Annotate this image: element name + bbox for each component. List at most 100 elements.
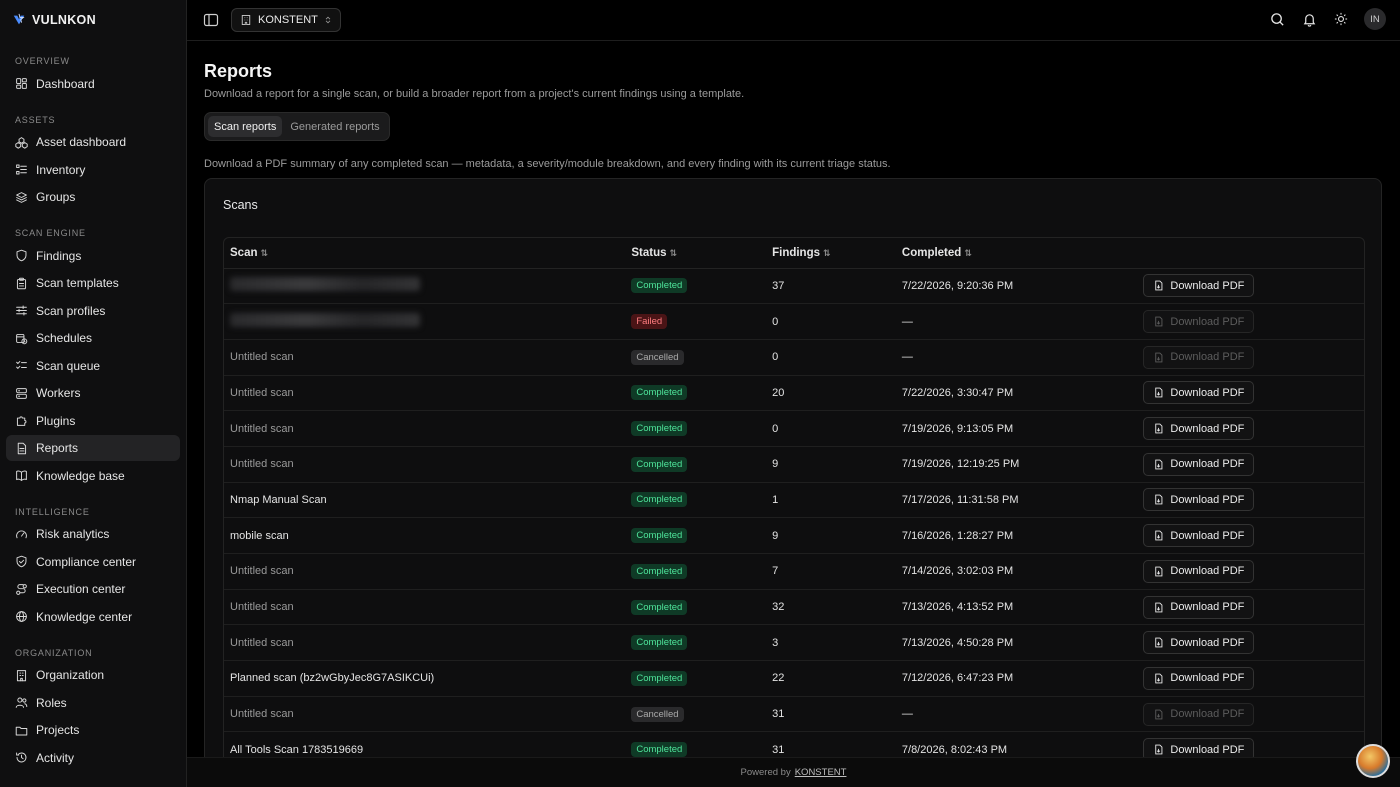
scan-name: Untitled scan — [230, 601, 294, 614]
cell-findings: 32 — [766, 589, 896, 626]
sidebar-item-knowledge-center[interactable]: Knowledge center — [6, 604, 180, 630]
download-pdf-button[interactable]: Download PDF — [1143, 666, 1255, 690]
cell-findings: 7 — [766, 553, 896, 590]
cell-completed: 7/17/2026, 11:31:58 PM — [895, 482, 1138, 519]
sidebar-item-projects[interactable]: Projects — [6, 717, 180, 743]
globe-icon — [15, 610, 28, 623]
sidebar-item-scan-templates[interactable]: Scan templates — [6, 270, 180, 296]
sun-icon[interactable] — [1332, 10, 1350, 28]
puzzle-icon — [15, 414, 28, 427]
sidebar-item-label: Risk analytics — [36, 527, 110, 541]
sidebar-item-scan-queue[interactable]: Scan queue — [6, 353, 180, 379]
table-row[interactable]: Untitled scan Completed 32 7/13/2026, 4:13:… — [224, 589, 1364, 626]
download-pdf-button[interactable]: Download PDF — [1143, 595, 1255, 619]
tab-generated-reports[interactable]: Generated reports — [284, 116, 385, 137]
nav-section-heading: INTELLIGENCE — [15, 506, 90, 517]
cell-actions: Download PDF — [1137, 339, 1364, 376]
status-badge: Completed — [631, 492, 688, 508]
sidebar-item-asset-dashboard[interactable]: Asset dashboard — [6, 129, 180, 155]
sidebar-item-execution-center[interactable]: Execution center — [6, 576, 180, 602]
sidebar-item-workers[interactable]: Workers — [6, 380, 180, 406]
org-switcher[interactable]: KONSTENT — [231, 8, 341, 32]
sidebar-item-label: Inventory — [36, 162, 86, 177]
cell-completed: — — [895, 303, 1138, 340]
sidebar-item-organization[interactable]: Organization — [6, 662, 180, 688]
bell-icon[interactable] — [1300, 10, 1318, 28]
sidebar-item-scan-profiles[interactable]: Scan profiles — [6, 298, 180, 324]
table-row[interactable]: mobile scan Completed 9 7/16/2026, 1:28:27 … — [224, 517, 1364, 554]
sidebar-item-findings[interactable]: Findings — [6, 243, 180, 269]
brand[interactable]: VULNKON — [0, 0, 186, 40]
table-row[interactable]: Planned scan (bz2wGbyJec8G7ASIKCUi) Compl… — [224, 660, 1364, 697]
table-row[interactable]: Nmap Manual Scan Completed 1 7/17/2026, 11:… — [224, 482, 1364, 519]
table-row[interactable]: Untitled scan Completed 20 7/22/2026, 3:30:… — [224, 375, 1364, 412]
file-download-icon — [1153, 602, 1164, 613]
sidebar-item-roles[interactable]: Roles — [6, 690, 180, 716]
table-row[interactable]: Untitled scan Cancelled 0 — Download PDF — [224, 339, 1364, 376]
search-icon[interactable] — [1268, 10, 1286, 28]
cell-actions: Download PDF — [1137, 660, 1364, 697]
building-icon — [241, 15, 251, 25]
column-header-completed[interactable]: Completed ⇅ — [895, 238, 1138, 269]
cell-scan: Planned scan (bz2wGbyJec8G7ASIKCUi) — [224, 660, 626, 697]
sidebar-item-label: Dashboard — [36, 76, 95, 91]
download-pdf-label: Download PDF — [1170, 315, 1245, 328]
status-badge: Completed — [631, 385, 688, 401]
completed-timestamp: 7/16/2026, 1:28:27 PM — [901, 529, 1014, 542]
download-pdf-label: Download PDF — [1170, 493, 1245, 506]
sidebar-item-inventory[interactable]: Inventory — [6, 157, 180, 183]
sidebar-item-compliance-center[interactable]: Compliance center — [6, 549, 180, 575]
user-avatar[interactable]: IN — [1364, 8, 1386, 30]
completed-timestamp: 7/8/2026, 8:02:43 PM — [901, 743, 1008, 756]
status-badge: Completed — [631, 563, 688, 579]
findings-count: 0 — [772, 351, 779, 364]
download-pdf-button[interactable]: Download PDF — [1143, 452, 1255, 476]
sidebar-item-label: Findings — [36, 248, 82, 263]
findings-count: 37 — [772, 279, 785, 292]
route-icon — [15, 583, 28, 596]
sidebar-item-dashboard[interactable]: Dashboard — [6, 71, 180, 97]
cell-scan: Untitled scan — [224, 553, 626, 590]
completed-timestamp: 7/12/2026, 6:47:23 PM — [901, 672, 1014, 685]
download-pdf-button[interactable]: Download PDF — [1143, 488, 1255, 512]
table-row[interactable]: Untitled scan Cancelled 31 — Download PDF — [224, 696, 1364, 733]
sidebar-item-groups[interactable]: Groups — [6, 184, 180, 210]
column-header-scan[interactable]: Scan ⇅ — [224, 238, 626, 269]
table-row[interactable]: Failed 0 — Download PDF — [224, 303, 1364, 340]
download-pdf-button[interactable]: Download PDF — [1143, 559, 1255, 583]
column-header-status[interactable]: Status ⇅ — [625, 238, 767, 269]
completed-timestamp: 7/22/2026, 3:30:47 PM — [901, 386, 1014, 399]
table-row[interactable]: Completed 37 7/22/2026, 9:20:36 PM Download… — [224, 268, 1364, 305]
sidebar-item-plugins[interactable]: Plugins — [6, 408, 180, 434]
main-content: Reports Download a report for a single s… — [204, 41, 1384, 787]
scan-name: Planned scan (bz2wGbyJec8G7ASIKCUi) — [230, 672, 435, 685]
sidebar-item-risk-analytics[interactable]: Risk analytics — [6, 521, 180, 547]
scans-table-body: Completed 37 7/22/2026, 9:20:36 PM Download… — [224, 268, 1364, 769]
column-header-findings[interactable]: Findings ⇅ — [766, 238, 896, 269]
sidebar-item-schedules[interactable]: Schedules — [6, 325, 180, 351]
download-pdf-button[interactable]: Download PDF — [1143, 417, 1255, 441]
table-row[interactable]: Untitled scan Completed 3 7/13/2026, 4:50:2… — [224, 624, 1364, 662]
table-row[interactable]: Untitled scan Completed 7 7/14/2026, 3:02:0… — [224, 553, 1364, 590]
footer-link[interactable]: KONSTENT — [795, 767, 847, 778]
sidebar-item-reports[interactable]: Reports — [6, 435, 180, 461]
download-pdf-button: Download PDF — [1143, 345, 1255, 369]
sidebar-toggle-icon[interactable] — [203, 12, 219, 28]
sidebar-item-knowledge-base[interactable]: Knowledge base — [6, 463, 180, 489]
tab-scan-reports[interactable]: Scan reports — [208, 116, 283, 137]
download-pdf-button[interactable]: Download PDF — [1143, 274, 1255, 298]
table-row[interactable]: Untitled scan Completed 0 7/19/2026, 9:13:0… — [224, 410, 1364, 447]
download-pdf-button[interactable]: Download PDF — [1143, 524, 1255, 548]
scans-card: Scans Scan ⇅ Status ⇅ Findings ⇅ Completed ⇅ — [204, 178, 1382, 787]
table-header-row: Scan ⇅ Status ⇅ Findings ⇅ Completed ⇅ — [224, 238, 1364, 269]
assistant-avatar-button[interactable] — [1356, 744, 1390, 778]
nav-section-intelligence: INTELLIGENCE Risk analytics Compliance cen… — [0, 503, 186, 630]
cell-findings: 0 — [766, 339, 896, 376]
table-row[interactable]: Untitled scan Completed 9 7/19/2026, 12:19:… — [224, 446, 1364, 483]
scan-name: Untitled scan — [230, 708, 294, 721]
cell-actions: Download PDF — [1137, 268, 1364, 305]
download-pdf-button[interactable]: Download PDF — [1143, 631, 1255, 655]
sidebar-item-activity[interactable]: Activity — [6, 745, 180, 771]
download-pdf-label: Download PDF — [1170, 386, 1245, 399]
download-pdf-button[interactable]: Download PDF — [1143, 381, 1255, 405]
